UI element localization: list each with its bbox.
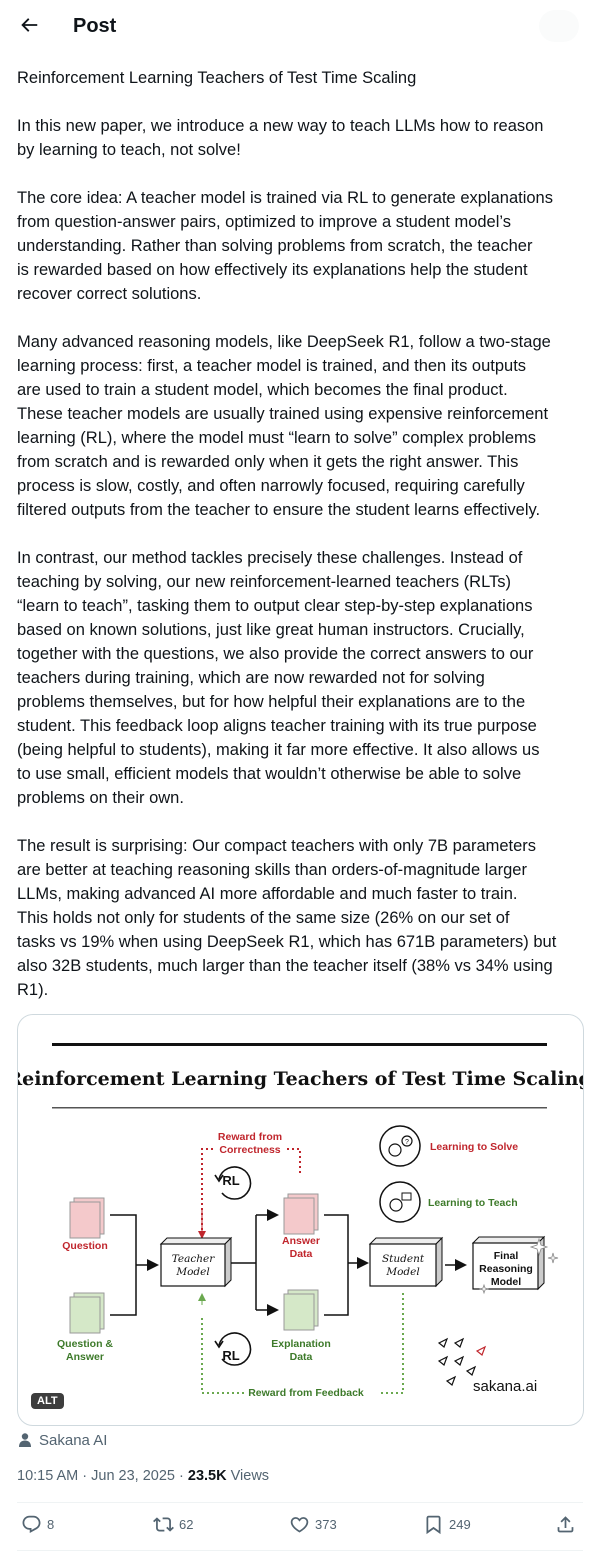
person-icon: [19, 1433, 31, 1447]
learning-to-teach-label: Learning to Teach: [428, 1197, 518, 1209]
explanation-data-document: [283, 1289, 319, 1331]
post-meta: 10:15 AM · Jun 23, 2025 · 23.5K Views: [17, 1468, 269, 1484]
back-arrow-icon[interactable]: [18, 14, 40, 36]
explanation-data-label-2: Data: [290, 1351, 313, 1363]
like-count: 373: [315, 1517, 337, 1532]
title-rule-bottom: [52, 1107, 547, 1109]
correctness-loop-right: [287, 1148, 301, 1175]
title-rule-top: [52, 1043, 547, 1046]
author-attribution[interactable]: Sakana AI: [17, 1430, 107, 1450]
answer-data-document: [283, 1193, 319, 1235]
sakana-brand-text: sakana.ai: [473, 1378, 537, 1395]
svg-text:RL: RL: [222, 1173, 239, 1188]
author-name[interactable]: Sakana AI: [39, 1432, 107, 1449]
question-answer-label-2: Answer: [66, 1351, 104, 1363]
final-label: Final: [494, 1250, 519, 1262]
reward-correctness-label-2: Correctness: [219, 1144, 280, 1156]
rl-bottom-icon: RL: [214, 1332, 252, 1366]
repost-icon: [153, 1517, 174, 1532]
views-count: 23.5K: [187, 1468, 227, 1484]
question-label: Question: [62, 1240, 108, 1252]
action-bar: 8 62 373 249: [17, 1514, 583, 1544]
learning-to-solve-label: Learning to Solve: [430, 1141, 518, 1153]
repost-count: 62: [179, 1517, 194, 1532]
svg-text:RL: RL: [222, 1348, 239, 1363]
paper-figure: Reinforcement Learning Teachers of Test …: [18, 1043, 583, 1399]
output-bracket: [324, 1214, 349, 1316]
heart-icon: [290, 1517, 309, 1533]
answer-data-label: Answer: [282, 1235, 320, 1247]
divider-top: [17, 1502, 583, 1503]
teacher-label-2: Model: [175, 1266, 209, 1278]
post-timestamp[interactable]: 10:15 AM · Jun 23, 2025 ·: [17, 1468, 188, 1484]
reply-count: 8: [47, 1517, 55, 1532]
question-document: [69, 1197, 105, 1239]
repost-button[interactable]: 62: [153, 1514, 193, 1535]
learning-to-solve-icon: ?: [379, 1125, 421, 1167]
input-bracket: [110, 1214, 137, 1316]
post-text: Reinforcement Learning Teachers of Test …: [17, 69, 557, 999]
header-action-button[interactable]: [539, 10, 579, 42]
share-icon: [557, 1516, 574, 1533]
reward-correctness-label: Reward from: [218, 1131, 282, 1143]
answer-data-label-2: Data: [290, 1248, 313, 1260]
learning-to-teach-icon: [379, 1181, 421, 1223]
share-button[interactable]: [555, 1514, 576, 1535]
feedback-loop-right: [378, 1293, 404, 1394]
teacher-label: Teacher: [172, 1253, 216, 1265]
reply-icon: [22, 1515, 41, 1533]
correctness-loop-left: [201, 1148, 215, 1245]
post-image[interactable]: Reinforcement Learning Teachers of Test …: [17, 1014, 584, 1426]
views-label: Views: [226, 1468, 270, 1484]
divider-bottom: [17, 1550, 583, 1551]
bookmark-icon: [426, 1515, 441, 1535]
explanation-data-label: Explanation: [271, 1338, 331, 1350]
final-label-2: Reasoning: [479, 1263, 533, 1275]
svg-text:?: ?: [405, 1139, 409, 1146]
page-title: Post: [73, 15, 117, 37]
reward-feedback-label: Reward from Feedback: [248, 1387, 364, 1399]
question-answer-label: Question &: [57, 1338, 113, 1350]
student-label-2: Model: [385, 1266, 419, 1278]
bookmark-count: 249: [449, 1517, 471, 1532]
question-answer-document: [69, 1292, 105, 1334]
figure-title: Reinforcement Learning Teachers of Test …: [18, 1068, 583, 1090]
alt-badge[interactable]: ALT: [31, 1393, 64, 1409]
top-bar: Post: [0, 0, 599, 53]
rl-top-icon: RL: [214, 1166, 252, 1200]
bookmark-button[interactable]: 249: [423, 1514, 471, 1535]
reply-button[interactable]: 8: [21, 1514, 54, 1535]
like-button[interactable]: 373: [289, 1514, 337, 1535]
student-label: Student: [382, 1253, 425, 1265]
final-label-3: Model: [491, 1276, 521, 1288]
